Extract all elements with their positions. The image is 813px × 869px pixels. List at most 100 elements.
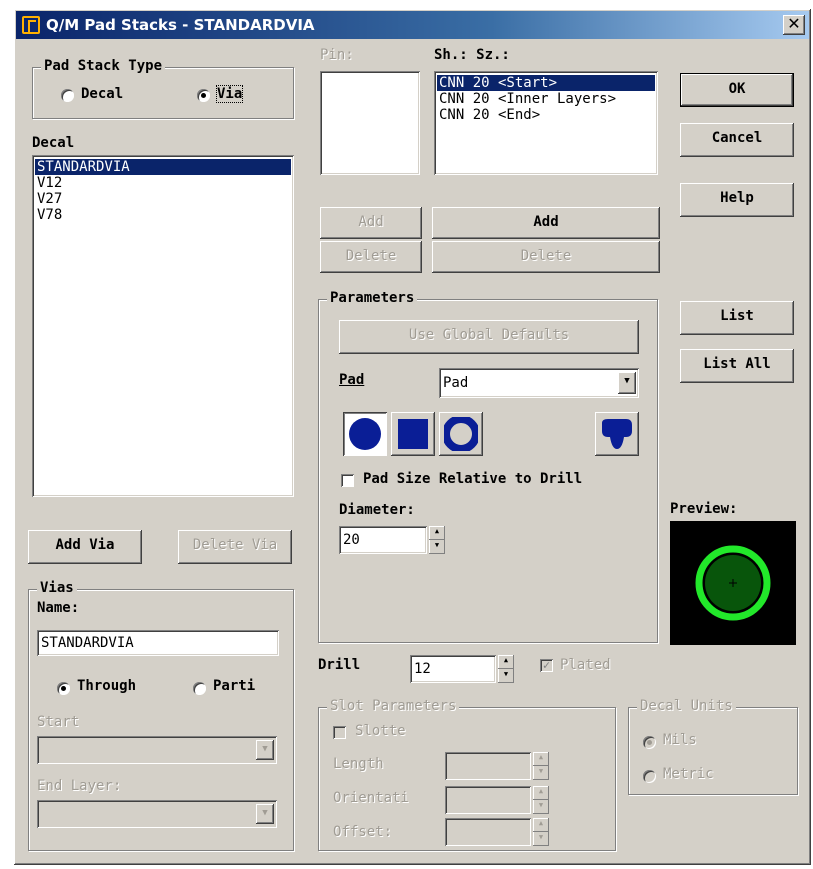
list-button[interactable]: List <box>680 301 794 335</box>
list-item[interactable]: V12 <box>35 175 291 191</box>
length-label: Length <box>333 756 384 772</box>
spin-up-icon[interactable]: ▲ <box>498 655 514 669</box>
list-item[interactable]: V27 <box>35 191 291 207</box>
offset-spinner[interactable]: ▲ ▼ <box>533 818 549 846</box>
spin-up-icon[interactable]: ▲ <box>533 752 549 766</box>
pad-type-select[interactable]: Pad ▼ <box>439 368 639 398</box>
pad-preview <box>670 521 796 645</box>
pad-type-value: Pad <box>443 375 469 391</box>
orientation-input[interactable] <box>445 786 531 814</box>
drill-label: Drill <box>318 657 361 673</box>
odd-shape-pad-button[interactable] <box>595 412 639 456</box>
spin-up-icon[interactable]: ▲ <box>429 526 445 540</box>
pin-list[interactable] <box>320 71 420 175</box>
diameter-input[interactable]: 20 <box>339 526 427 554</box>
via-name-input[interactable]: STANDARDVIA <box>37 630 279 656</box>
spin-down-icon[interactable]: ▼ <box>498 669 514 683</box>
metric-radio[interactable] <box>643 770 656 783</box>
via-name-label: Name: <box>37 600 80 616</box>
decal-units-legend: Decal Units <box>637 698 736 714</box>
list-item[interactable]: V78 <box>35 207 291 223</box>
pad-preview-graphic <box>695 545 771 621</box>
pin-label: Pin: <box>320 47 354 63</box>
start-layer-select[interactable]: ▼ <box>37 736 277 764</box>
pin-add-button[interactable]: Add <box>320 207 422 239</box>
relative-to-drill-label[interactable]: Pad Size Relative to Drill <box>363 471 582 487</box>
diameter-label: Diameter: <box>339 502 415 518</box>
spin-down-icon[interactable]: ▼ <box>533 766 549 780</box>
diameter-spinner[interactable]: ▲ ▼ <box>429 526 445 554</box>
through-radio-label[interactable]: Through <box>77 678 136 694</box>
orientation-label: Orientati <box>333 790 409 806</box>
through-radio[interactable] <box>57 682 70 695</box>
shape-size-label: Sh.: Sz.: <box>434 47 510 63</box>
title-bar[interactable]: Q/M Pad Stacks - STANDARDVIA ✕ <box>16 11 809 39</box>
drill-spinner[interactable]: ▲ ▼ <box>498 655 514 683</box>
mils-label[interactable]: Mils <box>663 732 697 748</box>
close-button[interactable]: ✕ <box>783 15 805 35</box>
list-item[interactable]: CNN 20 <End> <box>437 107 655 123</box>
pin-delete-button[interactable]: Delete <box>320 241 422 273</box>
parameters-group: Parameters Use Global Defaults Pad Pad ▼… <box>318 290 658 643</box>
add-via-button[interactable]: Add Via <box>28 530 142 564</box>
spin-up-icon[interactable]: ▲ <box>533 786 549 800</box>
app-icon <box>22 16 40 34</box>
delete-via-button[interactable]: Delete Via <box>178 530 292 564</box>
annular-pad-button[interactable] <box>439 412 483 456</box>
shape-delete-button[interactable]: Delete <box>432 241 660 273</box>
end-layer-select[interactable]: ▼ <box>37 800 277 828</box>
spin-down-icon[interactable]: ▼ <box>533 832 549 846</box>
orientation-spinner[interactable]: ▲ ▼ <box>533 786 549 814</box>
square-pad-button[interactable] <box>391 412 435 456</box>
spin-up-icon[interactable]: ▲ <box>533 818 549 832</box>
cancel-button[interactable]: Cancel <box>680 123 794 157</box>
slotted-label[interactable]: Slotte <box>355 723 406 739</box>
offset-label: Offset: <box>333 824 393 840</box>
round-pad-icon <box>349 418 381 450</box>
list-all-button[interactable]: List All <box>680 349 794 383</box>
plated-label[interactable]: Plated <box>560 657 611 673</box>
spin-down-icon[interactable]: ▼ <box>533 800 549 814</box>
partial-radio-label[interactable]: Parti <box>213 678 255 694</box>
via-radio[interactable] <box>197 89 210 102</box>
length-spinner[interactable]: ▲ ▼ <box>533 752 549 780</box>
drill-input[interactable]: 12 <box>410 655 496 683</box>
decal-radio[interactable] <box>61 89 74 102</box>
square-pad-icon <box>398 419 428 449</box>
partial-radio[interactable] <box>193 682 206 695</box>
relative-to-drill-checkbox[interactable] <box>341 474 354 487</box>
slotted-checkbox[interactable] <box>333 726 346 739</box>
decal-list-label: Decal <box>32 135 75 151</box>
list-item[interactable]: STANDARDVIA <box>35 159 291 175</box>
spin-down-icon[interactable]: ▼ <box>429 540 445 554</box>
chevron-down-icon[interactable]: ▼ <box>256 804 274 824</box>
ok-button[interactable]: OK <box>680 73 794 107</box>
chevron-down-icon[interactable]: ▼ <box>256 740 274 760</box>
diameter-value: 20 <box>343 532 360 548</box>
shape-add-button[interactable]: Add <box>432 207 660 239</box>
round-pad-button[interactable] <box>343 412 387 456</box>
vias-group: Vias Name: STANDARDVIA Through Parti Sta… <box>28 580 294 851</box>
chevron-down-icon[interactable]: ▼ <box>618 372 636 394</box>
metric-label[interactable]: Metric <box>663 766 714 782</box>
parameters-legend: Parameters <box>327 290 418 306</box>
drill-value: 12 <box>414 661 431 677</box>
via-radio-label[interactable]: Via <box>215 85 244 103</box>
end-layer-label: End Layer: <box>37 778 122 794</box>
shape-size-list[interactable]: CNN 20 <Start> CNN 20 <Inner Layers> CNN… <box>434 71 658 175</box>
mils-radio[interactable] <box>643 736 656 749</box>
help-button[interactable]: Help <box>680 183 794 217</box>
length-input[interactable] <box>445 752 531 780</box>
vias-legend: Vias <box>37 580 77 596</box>
plated-checkbox[interactable]: ✓ <box>540 659 553 672</box>
decal-radio-label[interactable]: Decal <box>81 86 123 102</box>
pad-layer-label: Pad <box>339 372 365 388</box>
decal-units-group: Decal Units Mils Metric <box>628 698 798 795</box>
list-item[interactable]: CNN 20 <Inner Layers> <box>437 91 655 107</box>
offset-input[interactable] <box>445 818 531 846</box>
use-global-defaults-button[interactable]: Use Global Defaults <box>339 320 639 354</box>
start-layer-label: Start <box>37 714 80 730</box>
annular-pad-icon <box>444 417 478 451</box>
decal-list[interactable]: STANDARDVIA V12 V27 V78 <box>32 155 294 497</box>
list-item[interactable]: CNN 20 <Start> <box>437 75 655 91</box>
